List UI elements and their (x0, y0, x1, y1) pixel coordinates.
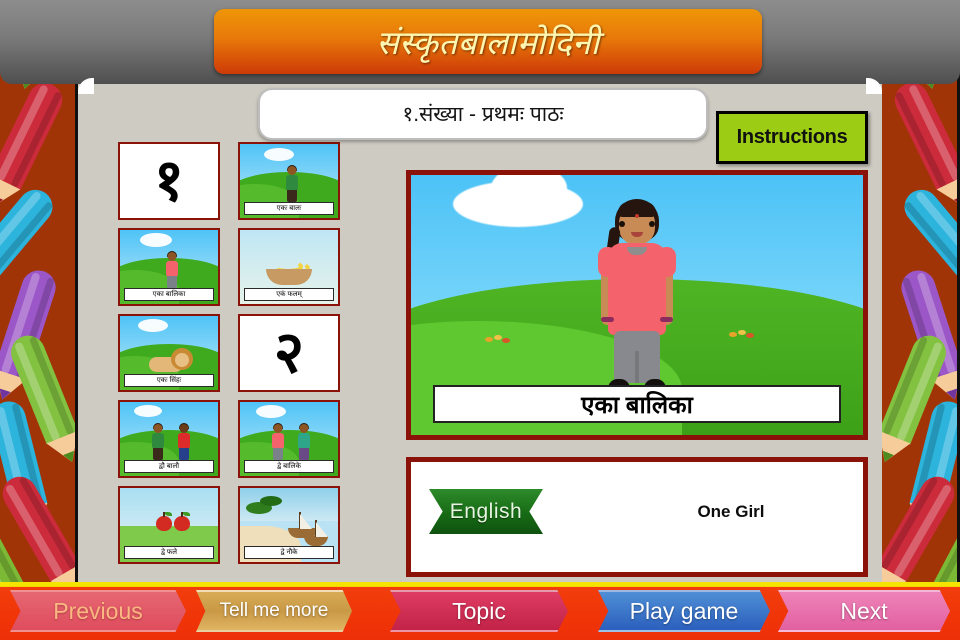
topic-button[interactable]: Topic (390, 590, 568, 632)
previous-button-label: Previous (53, 597, 143, 624)
thumbnail-ekam-phalam[interactable]: एकं फलम् (238, 228, 340, 306)
thumbnail-dvau-balau[interactable]: द्वौ बालौ (118, 400, 220, 478)
bottom-navigation-bar: Previous Tell me more Topic Play game Ne… (0, 582, 960, 640)
pencil-border-left (0, 0, 78, 640)
lesson-subtitle-pill: १.संख्या - प्रथमः पाठः (258, 88, 708, 140)
flower-tuft-right (729, 330, 763, 339)
thumbnail-label: एकं फलम् (244, 288, 334, 301)
app-title: संस्कृतबालामोदिनी (376, 24, 600, 61)
instructions-button-label: Instructions (736, 126, 848, 148)
next-button-label: Next (840, 597, 888, 624)
main-illustration-stage: एका बालिका (406, 170, 868, 440)
numeral-glyph: १ (153, 148, 185, 214)
tell-me-more-button-label: Tell me more (219, 600, 329, 621)
english-language-label: English (449, 499, 523, 523)
previous-button[interactable]: Previous (10, 590, 186, 632)
translation-text: One Girl (697, 502, 765, 521)
thumbnail-ekah-simhah[interactable]: एकः सिंहः (118, 314, 220, 392)
english-language-button[interactable]: English (429, 489, 543, 534)
thumbnail-numeral-1[interactable]: १ (118, 142, 220, 220)
thumbnail-numeral-2[interactable]: २ (238, 314, 340, 392)
tell-me-more-button[interactable]: Tell me more (196, 590, 352, 632)
stage-caption: एका बालिका (581, 391, 693, 419)
thumbnail-list[interactable]: १ एकः बालः एका बालिका एकं फलम् एकः सिंहः… (110, 142, 368, 584)
thumbnail-label: एकः बालः (244, 202, 334, 215)
thumbnail-dve-phale[interactable]: द्वे फले (118, 486, 220, 564)
girl-figure (598, 199, 676, 397)
flower-tuft-left (485, 335, 519, 344)
translation-panel: English One Girl (406, 457, 868, 577)
thumbnail-eka-balika[interactable]: एका बालिका (118, 228, 220, 306)
thumbnail-dve-nauke[interactable]: द्वे नौके (238, 486, 340, 564)
thumbnail-dve-balike[interactable]: द्वे बालिके (238, 400, 340, 478)
app-title-banner: संस्कृतबालामोदिनी (214, 9, 762, 74)
thumbnail-label: एकः सिंहः (124, 374, 214, 387)
app-root: संस्कृतबालामोदिनी १.संख्या - प्रथमः पाठः… (0, 0, 960, 640)
thumbnail-label: द्वौ बालौ (124, 460, 214, 473)
thumbnail-label: द्वे बालिके (244, 460, 334, 473)
instructions-button[interactable]: Instructions (716, 111, 868, 164)
lesson-subtitle: १.संख्या - प्रथमः पाठः (402, 103, 564, 126)
next-button[interactable]: Next (778, 590, 950, 632)
play-game-button-label: Play game (629, 597, 739, 624)
thumbnail-label: द्वे फले (124, 546, 214, 559)
lion-figure (149, 347, 194, 377)
numeral-glyph: २ (273, 320, 305, 386)
topic-button-label: Topic (452, 597, 506, 624)
thumbnail-label: एका बालिका (124, 288, 214, 301)
pencil-border-right (882, 0, 960, 640)
cloud-icon (453, 175, 583, 227)
thumbnail-eka-balah[interactable]: एकः बालः (238, 142, 340, 220)
play-game-button[interactable]: Play game (598, 590, 770, 632)
stage-caption-box: एका बालिका (433, 385, 841, 423)
thumbnail-label: द्वे नौके (244, 546, 334, 559)
